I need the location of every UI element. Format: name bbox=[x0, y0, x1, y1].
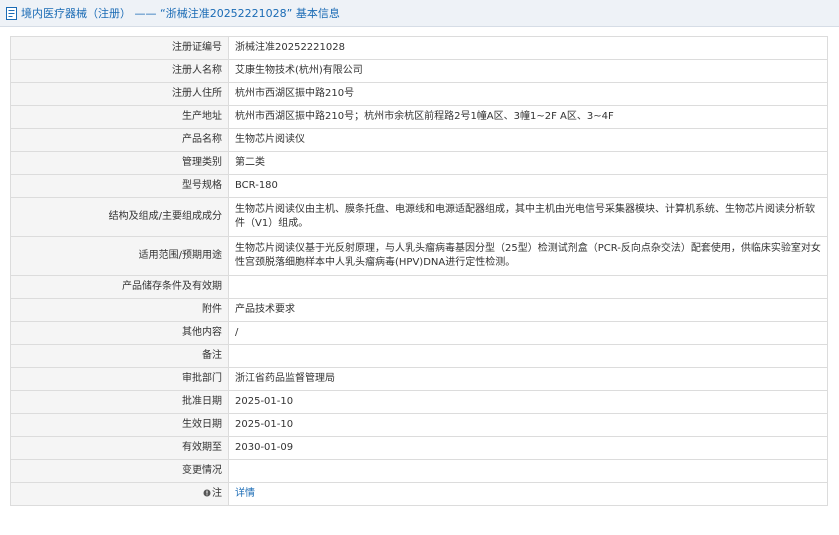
row-value: 2025-01-10 bbox=[228, 390, 828, 414]
row-value bbox=[228, 459, 828, 483]
table-row: 注册人住所 杭州市西湖区振中路210号 bbox=[10, 82, 828, 106]
table-row: 适用范围/预期用途 生物芯片阅读仪基于光反射原理，与人乳头瘤病毒基因分型（25型… bbox=[10, 236, 828, 276]
table-row: 有效期至 2030-01-09 bbox=[10, 436, 828, 460]
row-value: / bbox=[228, 321, 828, 345]
table-row: 生产地址 杭州市西湖区振中路210号；杭州市余杭区前程路2号1幢A区、3幢1~2… bbox=[10, 105, 828, 129]
table-row: 其他内容 / bbox=[10, 321, 828, 345]
table-row: 审批部门 浙江省药品监督管理局 bbox=[10, 367, 828, 391]
row-value: 2030-01-09 bbox=[228, 436, 828, 460]
table-row: 注册证编号 浙械注准20252221028 bbox=[10, 36, 828, 60]
row-value bbox=[228, 344, 828, 368]
row-value bbox=[228, 275, 828, 299]
row-value: 生物芯片阅读仪基于光反射原理，与人乳头瘤病毒基因分型（25型）检测试剂盒（PCR… bbox=[228, 236, 828, 276]
table-row: 型号规格 BCR-180 bbox=[10, 174, 828, 198]
row-label: 产品储存条件及有效期 bbox=[10, 275, 229, 299]
row-label: 适用范围/预期用途 bbox=[10, 236, 229, 276]
details-link[interactable]: 详情 bbox=[235, 488, 255, 499]
row-value: 杭州市西湖区振中路210号；杭州市余杭区前程路2号1幢A区、3幢1~2F A区、… bbox=[228, 105, 828, 129]
row-label: 注册人名称 bbox=[10, 59, 229, 83]
page-header: 境内医疗器械（注册） —— “浙械注准20252221028” 基本信息 bbox=[0, 0, 839, 27]
row-label: 型号规格 bbox=[10, 174, 229, 198]
row-label: 生产地址 bbox=[10, 105, 229, 129]
row-label: 有效期至 bbox=[10, 436, 229, 460]
note-label-cell: 注 bbox=[10, 482, 229, 506]
row-value: 杭州市西湖区振中路210号 bbox=[228, 82, 828, 106]
row-value: 浙江省药品监督管理局 bbox=[228, 367, 828, 391]
row-label: 审批部门 bbox=[10, 367, 229, 391]
note-label: 注 bbox=[212, 488, 222, 499]
row-value: 艾康生物技术(杭州)有限公司 bbox=[228, 59, 828, 83]
row-value: 生物芯片阅读仪 bbox=[228, 128, 828, 152]
table-row: 管理类别 第二类 bbox=[10, 151, 828, 175]
row-label: 注册人住所 bbox=[10, 82, 229, 106]
row-value: 第二类 bbox=[228, 151, 828, 175]
table-row: 产品储存条件及有效期 bbox=[10, 275, 828, 299]
detail-table: 注册证编号 浙械注准20252221028 注册人名称 艾康生物技术(杭州)有限… bbox=[10, 36, 828, 506]
row-label: 变更情况 bbox=[10, 459, 229, 483]
table-row: 变更情况 bbox=[10, 459, 828, 483]
row-label: 生效日期 bbox=[10, 413, 229, 437]
table-row: 结构及组成/主要组成成分 生物芯片阅读仪由主机、膜条托盘、电源线和电源适配器组成… bbox=[10, 197, 828, 237]
page-title: 境内医疗器械（注册） —— “浙械注准20252221028” 基本信息 bbox=[21, 7, 340, 20]
row-value: 2025-01-10 bbox=[228, 413, 828, 437]
row-label: 其他内容 bbox=[10, 321, 229, 345]
row-value: 浙械注准20252221028 bbox=[228, 36, 828, 60]
table-row: 附件 产品技术要求 bbox=[10, 298, 828, 322]
row-value: 生物芯片阅读仪由主机、膜条托盘、电源线和电源适配器组成，其中主机由光电信号采集器… bbox=[228, 197, 828, 237]
row-label: 批准日期 bbox=[10, 390, 229, 414]
row-value: 产品技术要求 bbox=[228, 298, 828, 322]
row-label: 结构及组成/主要组成成分 bbox=[10, 197, 229, 237]
row-value: BCR-180 bbox=[228, 174, 828, 198]
note-value: 详情 bbox=[228, 482, 828, 506]
table-row: 生效日期 2025-01-10 bbox=[10, 413, 828, 437]
table-row: 批准日期 2025-01-10 bbox=[10, 390, 828, 414]
document-icon bbox=[6, 6, 17, 20]
row-label: 备注 bbox=[10, 344, 229, 368]
note-row: 注 详情 bbox=[10, 482, 828, 506]
table-row: 备注 bbox=[10, 344, 828, 368]
row-label: 产品名称 bbox=[10, 128, 229, 152]
row-label: 注册证编号 bbox=[10, 36, 229, 60]
row-label: 管理类别 bbox=[10, 151, 229, 175]
warning-icon bbox=[203, 489, 211, 497]
table-row: 注册人名称 艾康生物技术(杭州)有限公司 bbox=[10, 59, 828, 83]
table-row: 产品名称 生物芯片阅读仪 bbox=[10, 128, 828, 152]
row-label: 附件 bbox=[10, 298, 229, 322]
